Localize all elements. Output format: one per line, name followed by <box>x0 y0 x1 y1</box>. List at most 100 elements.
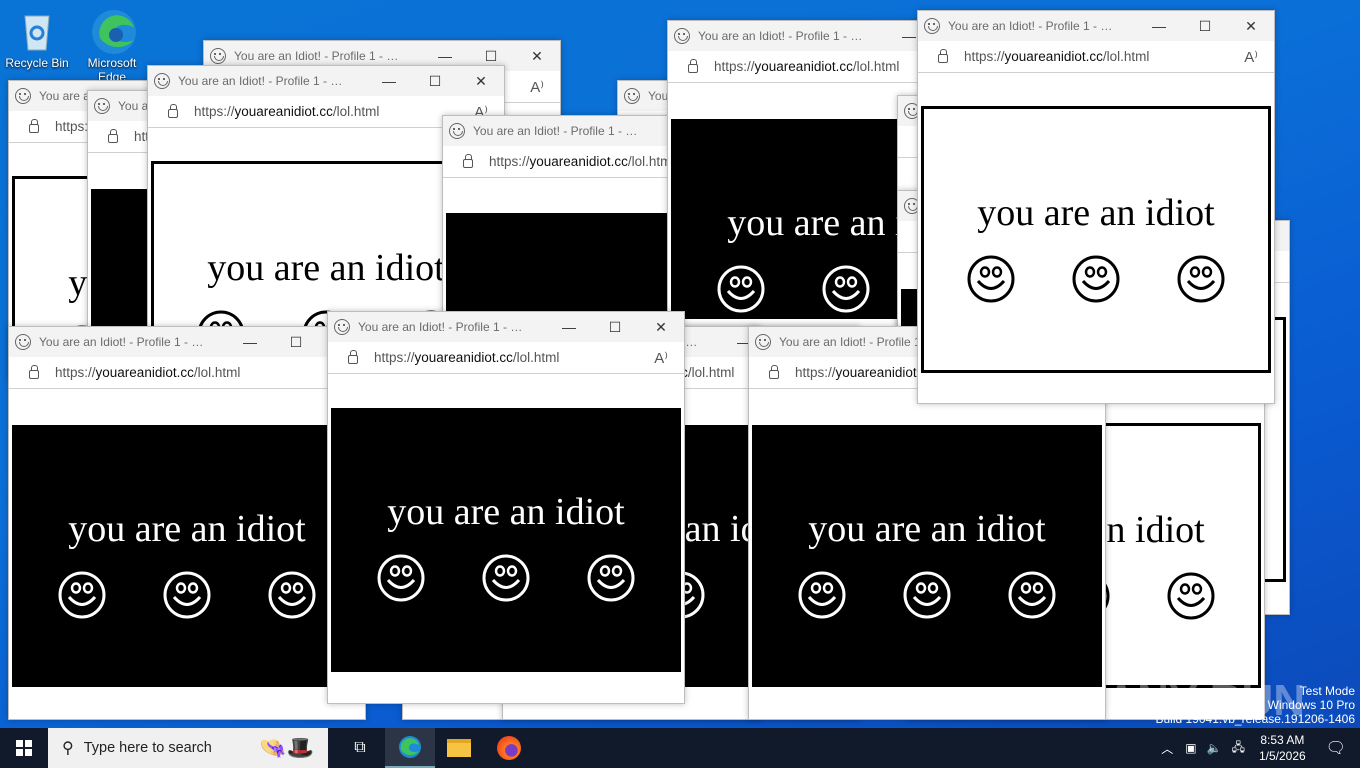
url-scheme: https:// <box>55 365 96 380</box>
meet-now-icon[interactable]: ▣ <box>1185 741 1196 755</box>
hats-decoration-icon: 👒🎩 <box>259 735 314 760</box>
idiot-message: you are an idiot <box>68 508 306 550</box>
title-bar[interactable]: You are an Idiot! - Profile 1 - Micro...… <box>148 66 504 96</box>
desktop-icon-recycle-bin[interactable]: Recycle Bin <box>0 2 74 70</box>
url-host: youareanidiot.cc <box>529 154 628 169</box>
maximize-button[interactable]: ☐ <box>592 312 638 342</box>
clock[interactable]: 8:53 AM 1/5/2026 <box>1259 732 1306 764</box>
search-placeholder: Type here to search <box>83 740 212 756</box>
start-button[interactable] <box>0 728 48 768</box>
search-icon: ⚲ <box>62 740 74 757</box>
url-path: /lol.html <box>193 365 241 380</box>
url-path: /lol.html <box>512 350 560 365</box>
page-content: you are an idiot <box>752 425 1102 687</box>
task-view-button[interactable]: ⧉ <box>345 739 375 757</box>
search-box[interactable]: ⚲ Type here to search 👒🎩 <box>48 728 328 768</box>
minimize-button[interactable]: — <box>1136 11 1182 41</box>
close-button[interactable]: ✕ <box>514 41 560 71</box>
title-bar[interactable]: You are an Idiot! - Profile 1 - Micro...… <box>9 327 365 357</box>
title-bar[interactable]: You are an Idiot! - Profile 1 - Micro...… <box>918 11 1274 41</box>
file-explorer-button[interactable] <box>447 739 471 757</box>
read-aloud-icon[interactable]: A⁾ <box>1244 48 1258 66</box>
window-title: You are an Idiot! - Profile 1 - Micro... <box>39 335 209 349</box>
smiley-favicon-icon <box>334 319 350 335</box>
smiley-icon <box>587 554 635 602</box>
smiley-favicon-icon <box>674 28 690 44</box>
url-host: youareanidiot.cc <box>754 59 853 74</box>
window-title: You are an Idiot! - Profile 1 - Micro... <box>234 49 404 63</box>
minimize-button[interactable]: — <box>546 312 592 342</box>
lock-icon <box>108 129 118 143</box>
anyrun-watermark: ANY RUN <box>1105 676 1305 725</box>
lock-icon <box>168 104 178 118</box>
network-icon[interactable]: 🖧 <box>1232 738 1245 759</box>
lock-icon <box>348 350 358 364</box>
desktop-icon-microsoft-edge[interactable]: Microsoft Edge <box>75 2 149 84</box>
clock-time: 8:53 AM <box>1260 733 1305 747</box>
browser-window[interactable]: You are an Idiot! - Profile 1 - Micro...… <box>8 326 366 720</box>
volume-icon[interactable]: 🔈 <box>1207 741 1222 755</box>
address-bar[interactable]: https://youareanidiot.cc/lol.html A⁾ <box>328 342 684 374</box>
show-hidden-icons-button[interactable]: ︿ <box>1161 740 1173 757</box>
smiley-favicon-icon <box>15 88 31 104</box>
idiot-message: you are an idiot <box>808 508 1046 550</box>
smiley-icon <box>822 265 870 313</box>
minimize-button[interactable]: — <box>227 327 273 357</box>
url-scheme: https:// <box>194 104 235 119</box>
taskbar-edge-button[interactable] <box>385 728 435 768</box>
window-title: You are an Idiot! - Profile 1 - Micro... <box>358 320 528 334</box>
close-button[interactable]: ✕ <box>1228 11 1274 41</box>
url-scheme: https:// <box>489 154 530 169</box>
maximize-button[interactable]: ☐ <box>1182 11 1228 41</box>
window-title: You are an Idiot! - Profile 1 - Micro... <box>178 74 348 88</box>
maximize-button[interactable]: ☐ <box>273 327 319 357</box>
address-bar[interactable]: https://youareanidiot.cc/lol.htmlA⁾ <box>9 357 365 389</box>
close-button[interactable]: ✕ <box>638 312 684 342</box>
url-host: youareanidiot.cc <box>95 365 194 380</box>
window-title: You are an Idiot! - Profile 1 - Micro... <box>948 19 1118 33</box>
address-bar[interactable]: https://youareanidiot.cc/lol.htmlA⁾ <box>918 41 1274 73</box>
desktop-icon-label: Recycle Bin <box>5 56 69 70</box>
close-button[interactable]: ✕ <box>458 66 504 96</box>
lock-icon <box>463 154 473 168</box>
edge-icon <box>90 8 136 54</box>
idiot-message: you are an idiot <box>977 192 1215 234</box>
url-path: /lol.html <box>852 59 900 74</box>
smiley-favicon-icon <box>94 98 110 114</box>
window-title: You are an Idiot! - Profile 1 - Micro... <box>473 124 643 138</box>
browser-window[interactable]: You are an Idiot! - Profile 1 - Micro...… <box>917 10 1275 404</box>
window-title: You are an Idiot! - Profile 1 - Micro... <box>698 29 868 43</box>
url-path: /lol.html <box>687 365 735 380</box>
title-bar[interactable]: You are an Idiot! - Profile 1 - Micro...… <box>328 312 684 342</box>
maximize-button[interactable]: ☐ <box>412 66 458 96</box>
browser-window[interactable]: You are an Idiot! - Profile 1 - Micro...… <box>327 311 685 704</box>
lock-icon <box>29 365 39 379</box>
url-scheme: https:// <box>964 49 1005 64</box>
clock-date: 1/5/2026 <box>1258 749 1306 763</box>
url-host: youareanidiot.cc <box>414 350 513 365</box>
smiley-icon <box>482 554 530 602</box>
lock-icon <box>29 119 39 133</box>
minimize-button[interactable]: — <box>366 66 412 96</box>
lock-icon <box>938 49 948 63</box>
url-scheme: https:// <box>374 350 415 365</box>
smiley-icon <box>163 571 211 619</box>
watermark: ANY RUN Test Mode Windows 10 Pro Build 1… <box>1105 676 1355 726</box>
smiley-icon <box>1167 572 1215 620</box>
notifications-icon[interactable]: 🗨 <box>1326 738 1346 758</box>
smiley-icon <box>1177 255 1225 303</box>
page-content: you are an idiot <box>921 106 1271 373</box>
url-scheme: https:// <box>795 365 836 380</box>
read-aloud-icon[interactable]: A⁾ <box>530 78 544 96</box>
idiot-message: you are an idiot <box>387 491 625 533</box>
smiley-icon <box>1008 571 1056 619</box>
smiley-row <box>12 570 362 620</box>
smiley-icon <box>717 265 765 313</box>
firefox-button[interactable] <box>497 736 521 760</box>
edge-icon <box>399 736 421 758</box>
url-scheme: https:// <box>714 59 755 74</box>
read-aloud-icon[interactable]: A⁾ <box>654 349 668 367</box>
taskbar: ⚲ Type here to search 👒🎩 ⧉ ︿ ▣ 🔈 🖧 8:53 … <box>0 728 1360 768</box>
lock-icon <box>769 365 779 379</box>
page-content: you are an idiot <box>331 408 681 672</box>
